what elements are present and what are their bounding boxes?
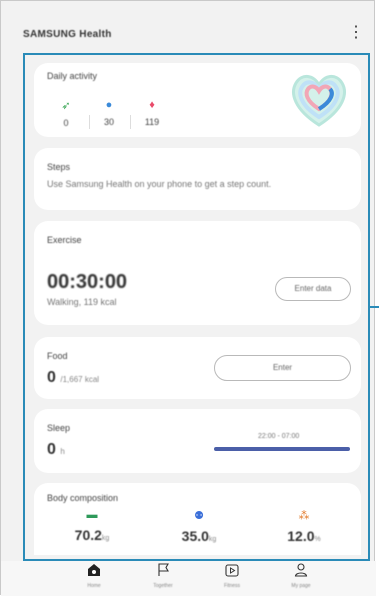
enter-food-button[interactable]: Enter <box>214 355 351 381</box>
nav-together[interactable]: Together <box>128 563 198 589</box>
daily-activity-title: Daily activity <box>47 71 98 81</box>
skeletal-muscle-value: 35.0 <box>181 528 209 544</box>
nav-fitness-label: Fitness <box>223 583 241 589</box>
sleep-value-group: 0 h <box>47 441 65 459</box>
skeletal-muscle-stat: ⚉ 35.0kg <box>169 509 229 546</box>
play-icon <box>197 563 267 579</box>
active-time-icon: ● <box>105 99 113 111</box>
home-icon <box>59 563 129 579</box>
food-unit: /1,667 kcal <box>60 375 100 384</box>
body-fat-icon: ▬ <box>86 509 98 521</box>
active-time-stat: ● 30 <box>97 99 121 127</box>
food-card[interactable]: Food 0 /1,667 kcal Enter <box>34 337 361 399</box>
steps-card[interactable]: Steps Use Samsung Health on your phone t… <box>34 148 361 210</box>
nav-together-label: Together <box>153 583 173 589</box>
person-icon <box>266 563 336 579</box>
sleep-range: 22:00 - 07:00 <box>258 433 300 440</box>
flag-icon <box>128 563 198 579</box>
body-fat-value: 70.2 <box>74 527 102 543</box>
enter-food-label: Enter <box>272 363 293 372</box>
device-screen: SAMSUNG Health ⋮ Daily activity ➶ 0 ● 30… <box>0 0 376 596</box>
steps-title: Steps <box>47 162 71 172</box>
exercise-detail: Walking, 119 kcal <box>47 297 117 307</box>
exercise-title: Exercise <box>47 235 82 245</box>
sleep-value: 0 <box>47 441 56 458</box>
body-fat-unit: kg <box>101 535 110 542</box>
nav-my-page-label: My page <box>291 583 311 589</box>
exercise-time: 00:30:00 <box>47 271 128 293</box>
nav-home[interactable]: Home <box>59 563 129 589</box>
body-fat-stat: ▬ 70.2kg <box>62 509 122 545</box>
enter-data-label: Enter data <box>294 284 332 293</box>
steps-stat: ➶ 0 <box>54 99 78 128</box>
divider <box>130 115 131 129</box>
more-vertical-icon[interactable]: ⋮ <box>348 25 364 41</box>
app-header: SAMSUNG Health ⋮ <box>1 1 374 53</box>
calorie-stat: ♦ 119 <box>138 99 166 127</box>
sleep-title: Sleep <box>47 423 71 433</box>
app-title: SAMSUNG Health <box>23 29 112 40</box>
body-water-icon: ⁂ <box>298 510 310 522</box>
exercise-card[interactable]: Exercise 00:30:00 Walking, 119 kcal Ente… <box>34 221 361 325</box>
body-composition-card[interactable]: Body composition ▬ 70.2kg ⚉ 35.0kg ⁂ 12.… <box>34 483 361 555</box>
bottom-nav: Home Together Fitness My page <box>1 561 376 596</box>
skeletal-muscle-unit: kg <box>208 536 217 543</box>
sleep-card[interactable]: Sleep 0 h 22:00 - 07:00 <box>34 409 361 473</box>
food-value-group: 0 /1,667 kcal <box>47 369 99 387</box>
food-title: Food <box>47 351 68 361</box>
sleep-bar <box>214 447 350 451</box>
calorie-value: 119 <box>144 117 160 127</box>
body-water-value: 12.0 <box>287 528 315 544</box>
steps-value: 0 <box>63 118 69 128</box>
active-time-value: 30 <box>103 117 114 127</box>
activity-heart-icon <box>292 75 346 127</box>
food-value: 0 <box>47 369 56 386</box>
steps-icon: ➶ <box>61 100 71 112</box>
nav-fitness[interactable]: Fitness <box>197 563 267 589</box>
body-water-unit: % <box>314 536 321 543</box>
steps-description: Use Samsung Health on your phone to get … <box>47 179 272 189</box>
nav-home-label: Home <box>87 583 101 589</box>
daily-activity-card[interactable]: Daily activity ➶ 0 ● 30 ♦ 119 <box>34 63 361 137</box>
callout-leader-line <box>369 306 379 308</box>
calorie-icon: ♦ <box>149 99 155 111</box>
enter-data-button[interactable]: Enter data <box>275 277 351 301</box>
skeletal-muscle-icon: ⚉ <box>194 510 204 522</box>
divider <box>89 115 90 129</box>
body-water-stat: ⁂ 12.0% <box>274 509 334 546</box>
nav-my-page[interactable]: My page <box>266 563 336 589</box>
body-composition-title: Body composition <box>47 493 119 503</box>
sleep-unit: h <box>60 447 65 456</box>
